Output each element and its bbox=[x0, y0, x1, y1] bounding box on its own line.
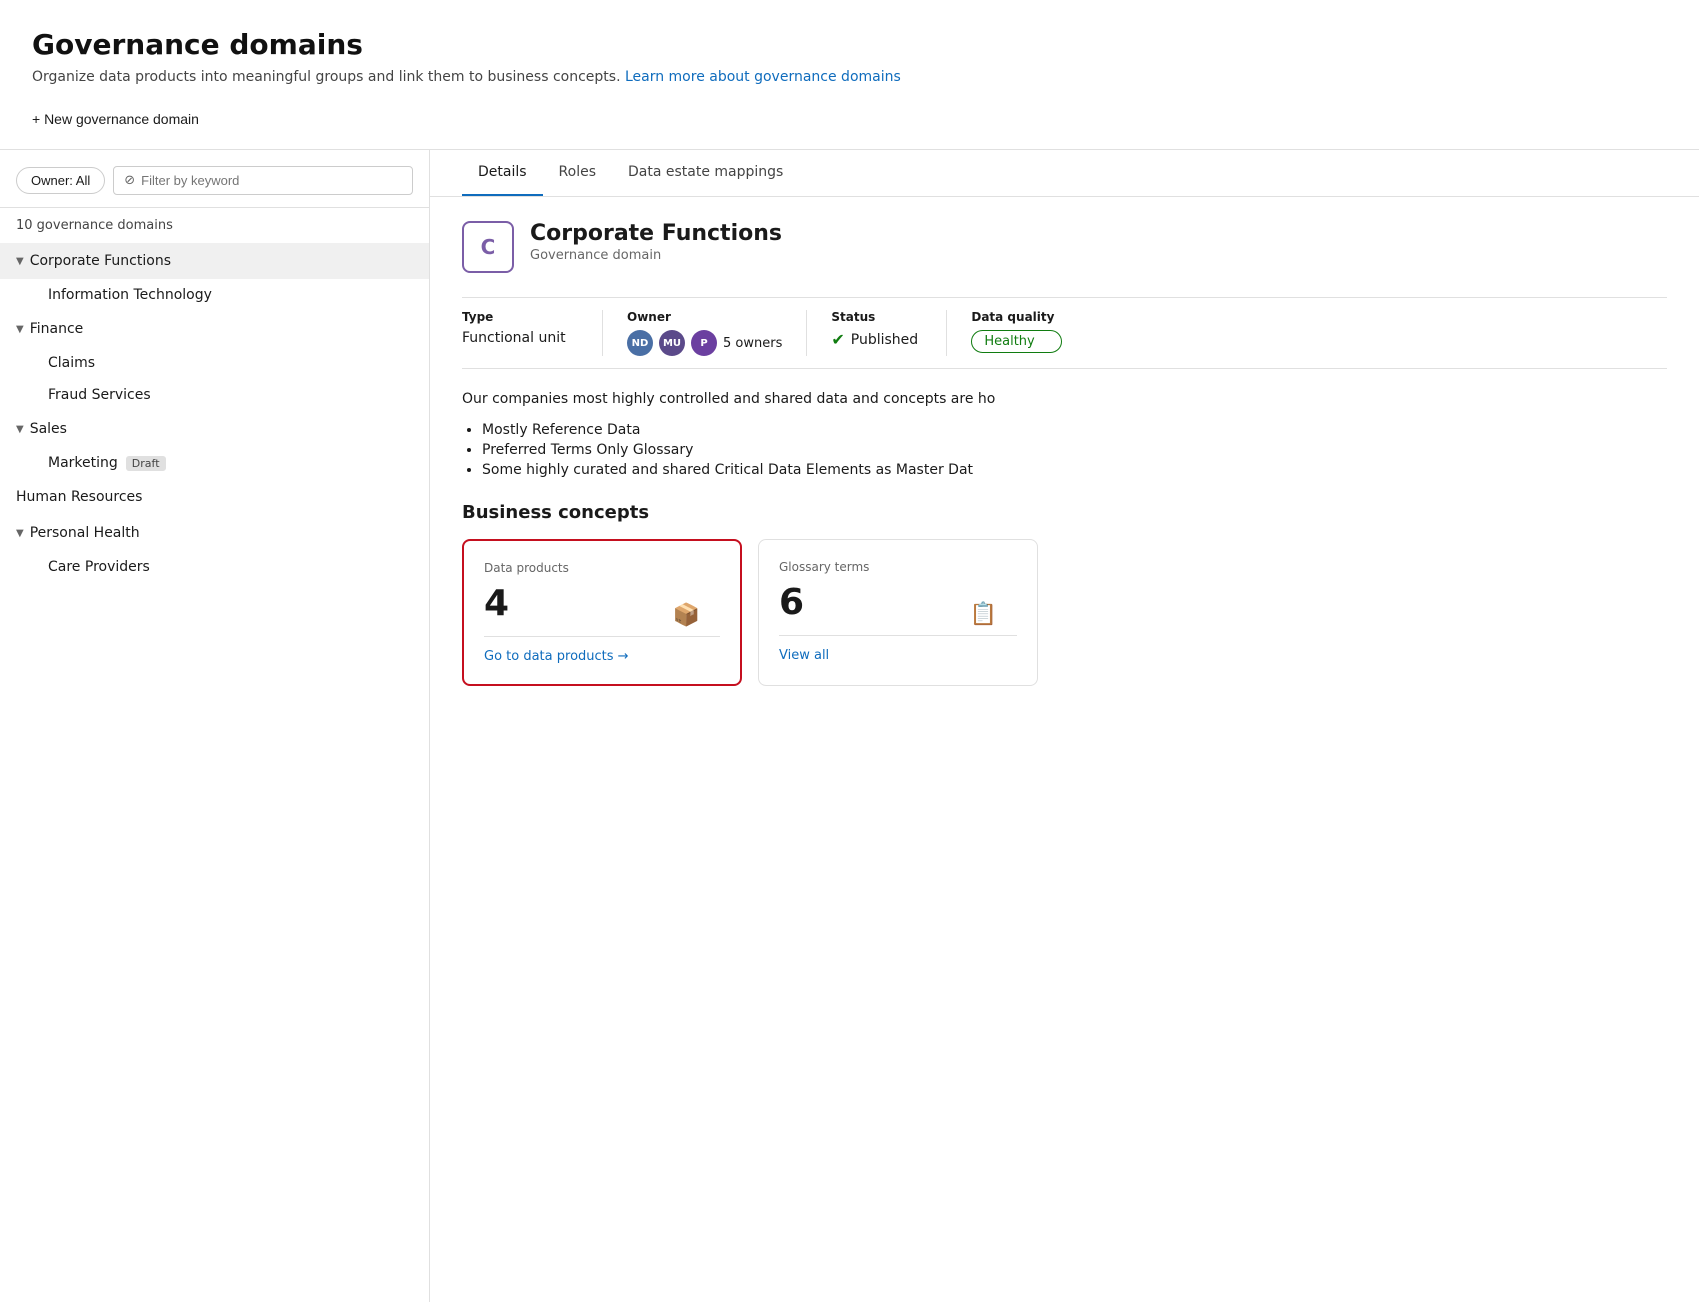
subtitle-text: Organize data products into meaningful g… bbox=[32, 69, 621, 85]
card-count-row-glossary: 6 📋 bbox=[779, 582, 1017, 623]
domain-child-care-providers[interactable]: Care Providers bbox=[0, 551, 429, 583]
domain-item-corporate-functions[interactable]: ▼ Corporate Functions bbox=[0, 243, 429, 279]
view-all-link[interactable]: View all bbox=[779, 635, 1017, 663]
status-text: Published bbox=[851, 332, 918, 348]
left-panel: Owner: All ⊘ 10 governance domains ▼ Cor… bbox=[0, 150, 430, 1302]
bullet-item-2: Preferred Terms Only Glossary bbox=[482, 442, 1667, 458]
owners-count: 5 owners bbox=[723, 336, 782, 351]
domain-name-finance: Finance bbox=[30, 321, 84, 337]
data-products-count: 4 bbox=[484, 583, 509, 624]
tab-roles[interactable]: Roles bbox=[543, 150, 612, 196]
avatar-mu: MU bbox=[659, 330, 685, 356]
page-title: Governance domains bbox=[32, 28, 1667, 61]
domain-child-information-technology[interactable]: Information Technology bbox=[0, 279, 429, 311]
bullet-item-3: Some highly curated and shared Critical … bbox=[482, 462, 1667, 478]
top-section: Governance domains Organize data product… bbox=[0, 0, 1699, 150]
child-label-claims: Claims bbox=[48, 355, 95, 371]
entity-description: Our companies most highly controlled and… bbox=[462, 389, 1667, 410]
domains-count: 10 governance domains bbox=[0, 208, 429, 243]
chevron-down-icon: ▼ bbox=[16, 256, 24, 267]
domain-item-human-resources[interactable]: Human Resources bbox=[0, 479, 429, 515]
data-products-card[interactable]: Data products 4 📦 Go to data products → bbox=[462, 539, 742, 686]
entity-info: Corporate Functions Governance domain bbox=[530, 221, 782, 263]
child-label-marketing: Marketing bbox=[48, 455, 118, 471]
glossary-terms-label: Glossary terms bbox=[779, 560, 1017, 574]
chevron-down-icon: ▼ bbox=[16, 424, 24, 435]
domain-item-sales[interactable]: ▼ Sales bbox=[0, 411, 429, 447]
avatar-nd: ND bbox=[627, 330, 653, 356]
glossary-terms-card[interactable]: Glossary terms 6 📋 View all bbox=[758, 539, 1038, 686]
filter-icon: ⊘ bbox=[124, 173, 135, 188]
domain-child-marketing[interactable]: Marketing Draft bbox=[0, 447, 429, 479]
chevron-down-icon: ▼ bbox=[16, 324, 24, 335]
draft-badge: Draft bbox=[126, 456, 166, 471]
entity-icon: C bbox=[462, 221, 514, 273]
domain-item-personal-health[interactable]: ▼ Personal Health bbox=[0, 515, 429, 551]
cards-row: Data products 4 📦 Go to data products → … bbox=[462, 539, 1667, 686]
domain-name-sales: Sales bbox=[30, 421, 67, 437]
meta-col-type: Type Functional unit bbox=[462, 310, 602, 356]
domain-name-corporate: Corporate Functions bbox=[30, 253, 171, 269]
health-badge: Healthy bbox=[971, 330, 1062, 353]
domain-child-claims[interactable]: Claims bbox=[0, 347, 429, 379]
metadata-row: Type Functional unit Owner ND MU P 5 own… bbox=[462, 297, 1667, 369]
page-subtitle: Organize data products into meaningful g… bbox=[32, 69, 1667, 85]
tab-data-estate-mappings[interactable]: Data estate mappings bbox=[612, 150, 799, 196]
card-count-row: 4 📦 bbox=[484, 583, 720, 624]
owner-filter-button[interactable]: Owner: All bbox=[16, 167, 105, 194]
right-panel: Details Roles Data estate mappings C Cor… bbox=[430, 150, 1699, 1302]
domain-header-personal-health: ▼ Personal Health bbox=[16, 525, 413, 541]
filter-input-wrapper: ⊘ bbox=[113, 166, 413, 195]
domain-child-fraud-services[interactable]: Fraud Services bbox=[0, 379, 429, 411]
meta-label-data-quality: Data quality bbox=[971, 310, 1062, 324]
meta-col-owner: Owner ND MU P 5 owners bbox=[602, 310, 806, 356]
chevron-down-icon: ▼ bbox=[16, 528, 24, 539]
learn-more-link[interactable]: Learn more about governance domains bbox=[625, 69, 901, 85]
tab-details[interactable]: Details bbox=[462, 150, 543, 196]
data-products-label: Data products bbox=[484, 561, 720, 575]
main-content: Owner: All ⊘ 10 governance domains ▼ Cor… bbox=[0, 150, 1699, 1302]
domain-header-corporate: ▼ Corporate Functions bbox=[16, 253, 413, 269]
child-label-fraud-services: Fraud Services bbox=[48, 387, 151, 403]
domain-header-sales: ▼ Sales bbox=[16, 421, 413, 437]
domain-header-finance: ▼ Finance bbox=[16, 321, 413, 337]
domain-item-finance[interactable]: ▼ Finance bbox=[0, 311, 429, 347]
box-icon: 📦 bbox=[673, 603, 700, 628]
entity-icon-letter: C bbox=[481, 235, 496, 259]
child-label-care-providers: Care Providers bbox=[48, 559, 150, 575]
meta-col-status: Status ✔ Published bbox=[806, 310, 946, 356]
new-governance-domain-button[interactable]: + New governance domain bbox=[32, 105, 199, 133]
owners-row: ND MU P 5 owners bbox=[627, 330, 782, 356]
meta-label-status: Status bbox=[831, 310, 922, 324]
status-row: ✔ Published bbox=[831, 330, 922, 349]
entity-header: C Corporate Functions Governance domain bbox=[462, 221, 1667, 273]
filter-bar: Owner: All ⊘ bbox=[0, 150, 429, 208]
meta-col-health: Data quality Healthy bbox=[946, 310, 1086, 356]
glossary-terms-count: 6 bbox=[779, 582, 804, 623]
domain-list: ▼ Corporate Functions Information Techno… bbox=[0, 243, 429, 1302]
meta-label-type: Type bbox=[462, 310, 578, 324]
list-icon: 📋 bbox=[970, 602, 997, 627]
bullet-list: Mostly Reference Data Preferred Terms On… bbox=[462, 422, 1667, 478]
meta-value-type: Functional unit bbox=[462, 330, 578, 346]
go-to-data-products-link[interactable]: Go to data products → bbox=[484, 636, 720, 664]
avatar-p: P bbox=[691, 330, 717, 356]
detail-content: C Corporate Functions Governance domain … bbox=[430, 197, 1699, 710]
entity-subtitle: Governance domain bbox=[530, 248, 782, 263]
domain-header-hr: Human Resources bbox=[16, 489, 413, 505]
tabs-bar: Details Roles Data estate mappings bbox=[430, 150, 1699, 197]
business-concepts-title: Business concepts bbox=[462, 502, 1667, 523]
meta-label-owner: Owner bbox=[627, 310, 782, 324]
domain-name-hr: Human Resources bbox=[16, 489, 142, 505]
child-label-it: Information Technology bbox=[48, 287, 212, 303]
page: Governance domains Organize data product… bbox=[0, 0, 1699, 1302]
status-check-icon: ✔ bbox=[831, 330, 844, 349]
domain-name-personal-health: Personal Health bbox=[30, 525, 140, 541]
filter-keyword-input[interactable] bbox=[141, 173, 402, 188]
entity-title: Corporate Functions bbox=[530, 221, 782, 246]
bullet-item-1: Mostly Reference Data bbox=[482, 422, 1667, 438]
